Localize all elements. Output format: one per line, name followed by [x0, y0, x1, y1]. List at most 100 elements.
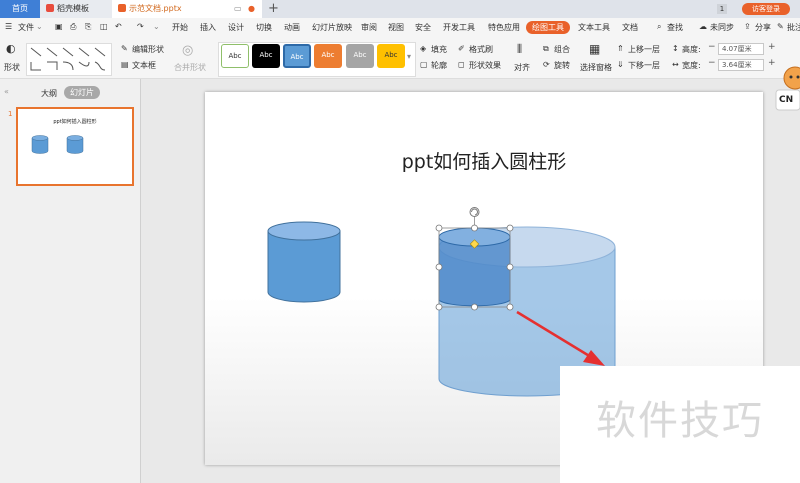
window-icon[interactable]: ▭ — [234, 0, 242, 18]
format-brush-button[interactable]: 格式刷 — [469, 44, 493, 55]
search-icon[interactable]: ⌕ — [657, 22, 661, 32]
line-shapes-icon — [30, 47, 106, 71]
bring-forward-icon[interactable]: ⇑ — [617, 44, 624, 53]
fill-icon[interactable]: ◈ — [420, 44, 426, 53]
align-button[interactable]: 对齐 — [514, 62, 530, 73]
group-button[interactable]: 组合 — [554, 44, 570, 55]
height-increase-button[interactable]: + — [768, 42, 776, 52]
share-icon[interactable]: ⇪ — [744, 22, 751, 31]
share-label[interactable]: 分享 — [755, 22, 771, 33]
comment-label[interactable]: 批注 — [787, 22, 800, 33]
shape-icon[interactable]: ◐ — [6, 42, 16, 55]
save-icon[interactable]: ▣ — [55, 22, 63, 31]
window-count-badge: 1 — [717, 4, 727, 14]
height-decrease-button[interactable]: − — [708, 42, 716, 52]
rotate-button[interactable]: 旋转 — [554, 60, 570, 71]
align-icon[interactable]: ⫴ — [517, 42, 522, 57]
menu-text-tools[interactable]: 文本工具 — [578, 22, 610, 33]
selection-pane-icon[interactable]: ▦ — [589, 42, 600, 56]
cloud-sync-icon[interactable]: ☁ — [699, 22, 707, 31]
menu-bar: ☰ 文件 ⌄ ▣ ⎙ ⎘ ◫ ↶ ↷ ⌄ 开始 插入 设计 切换 动画 幻灯片放… — [0, 18, 800, 41]
width-icon: ↔ — [672, 60, 679, 69]
style-gray[interactable]: Abc — [346, 44, 374, 68]
watermark-text: 软件技巧 — [596, 398, 764, 444]
login-button[interactable]: 访客登录 — [742, 3, 790, 15]
rotate-handle-icon[interactable] — [469, 207, 480, 217]
style-gold[interactable]: Abc — [377, 44, 405, 68]
file-menu[interactable]: 文件 — [18, 22, 34, 33]
edit-shape-icon[interactable]: ✎ — [121, 44, 128, 53]
tab-document[interactable]: 示范文档.pptx ▭ ● — [112, 0, 262, 18]
sync-label[interactable]: 未同步 — [710, 22, 734, 33]
tab-home[interactable]: 首页 — [0, 0, 40, 18]
outline-icon[interactable]: ▢ — [420, 60, 428, 69]
tab-template[interactable]: 稻壳模板 — [40, 0, 112, 18]
watermark-panel: 软件技巧 — [560, 366, 800, 483]
menu-features[interactable]: 特色应用 — [488, 22, 520, 33]
menu-animation[interactable]: 动画 — [284, 22, 300, 33]
shape-button[interactable]: 形状 — [4, 62, 20, 73]
send-backward-button[interactable]: 下移一层 — [628, 60, 660, 71]
menu-document[interactable]: 文档 — [622, 22, 638, 33]
chevron-down-icon[interactable]: ⌄ — [36, 22, 43, 31]
menu-insert[interactable]: 插入 — [200, 22, 216, 33]
menu-developer[interactable]: 开发工具 — [443, 22, 475, 33]
height-input[interactable]: 4.07厘米 — [718, 43, 764, 55]
textbox-icon[interactable]: ▤ — [121, 60, 129, 69]
bring-forward-button[interactable]: 上移一层 — [628, 44, 660, 55]
menu-start[interactable]: 开始 — [172, 22, 188, 33]
tab-template-label: 稻壳模板 — [57, 4, 89, 13]
menu-drawing-tools[interactable]: 绘图工具 — [526, 21, 570, 34]
selection-pane-button[interactable]: 选择窗格 — [580, 62, 612, 73]
style-orange[interactable]: Abc — [314, 44, 342, 68]
print-icon[interactable]: ⎘ — [85, 22, 91, 32]
cylinder-shape-left[interactable] — [267, 221, 341, 303]
ppt-file-icon — [118, 4, 126, 12]
merge-shape-icon: ◎ — [182, 43, 194, 58]
shape-effect-icon[interactable]: ◻ — [458, 60, 465, 69]
rotate-icon[interactable]: ⟳ — [543, 60, 550, 69]
customize-icon[interactable]: ⌄ — [153, 22, 160, 31]
textbox-button[interactable]: 文本框 — [132, 60, 156, 71]
edit-shape-button[interactable]: 编辑形状 — [132, 44, 164, 55]
style-white[interactable]: Abc — [221, 44, 249, 68]
style-black[interactable]: Abc — [252, 44, 280, 68]
menu-review[interactable]: 审阅 — [361, 22, 377, 33]
style-more-icon[interactable]: ▾ — [407, 52, 411, 61]
outline-button[interactable]: 轮廓 — [431, 60, 447, 71]
group-icon[interactable]: ⧉ — [543, 44, 549, 54]
tab-slides[interactable]: 幻灯片 — [64, 86, 100, 99]
cn-mascot-badge[interactable]: CN — [775, 66, 800, 112]
undo-icon[interactable]: ↶ — [115, 22, 122, 31]
line-shapes-gallery[interactable] — [26, 43, 112, 76]
shape-effect-button[interactable]: 形状效果 — [469, 60, 501, 71]
menu-view[interactable]: 视图 — [388, 22, 404, 33]
template-icon — [46, 4, 54, 12]
menu-transition[interactable]: 切换 — [256, 22, 272, 33]
slide-thumbnail[interactable]: ppt如何插入圆柱形 — [16, 107, 134, 186]
search-label[interactable]: 查找 — [667, 22, 683, 33]
height-icon: ↕ — [672, 44, 679, 53]
mascot-icon — [775, 66, 800, 111]
tab-outline[interactable]: 大纲 — [41, 88, 57, 99]
menu-design[interactable]: 设计 — [228, 22, 244, 33]
export-icon[interactable]: ⎙ — [70, 22, 76, 32]
merge-shape-button[interactable]: 合并形状 — [174, 62, 206, 73]
height-label: 高度: — [682, 45, 701, 54]
preview-icon[interactable]: ◫ — [100, 22, 108, 31]
style-blue[interactable]: Abc — [283, 44, 311, 68]
redo-icon[interactable]: ↷ — [137, 22, 144, 31]
menu-security[interactable]: 安全 — [415, 22, 431, 33]
slide-number: 1 — [8, 110, 13, 118]
title-bar: 首页 稻壳模板 示范文档.pptx ▭ ● + 1 访客登录 — [0, 0, 800, 18]
hamburger-icon[interactable]: ☰ — [5, 22, 12, 31]
send-backward-icon[interactable]: ⇓ — [617, 60, 624, 69]
new-tab-button[interactable]: + — [268, 0, 279, 18]
width-input[interactable]: 3.64厘米 — [718, 59, 764, 71]
width-decrease-button[interactable]: − — [708, 58, 716, 68]
format-brush-icon[interactable]: ✐ — [458, 44, 465, 53]
comment-icon[interactable]: ✎ — [777, 22, 784, 31]
fill-button[interactable]: 填充 — [431, 44, 447, 55]
menu-slideshow[interactable]: 幻灯片放映 — [312, 22, 352, 33]
collapse-panel-icon[interactable]: « — [4, 87, 9, 96]
